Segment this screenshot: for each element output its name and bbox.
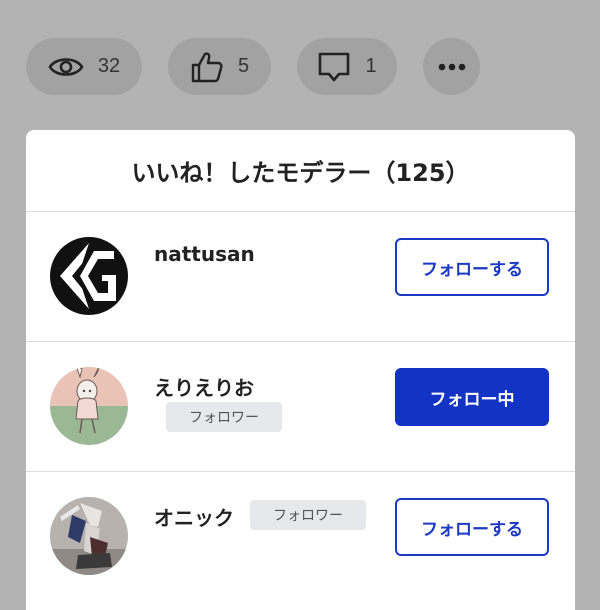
follow-button[interactable]: フォローする — [395, 238, 549, 296]
following-button[interactable]: フォロー中 — [395, 368, 549, 426]
stats-bar: 32 5 1 — [26, 38, 480, 95]
avatar[interactable] — [50, 367, 128, 445]
user-row: オニック フォロワー フォローする — [26, 472, 575, 602]
avatar[interactable] — [50, 237, 128, 315]
modal-title: いいね！したモデラー（125） — [26, 130, 575, 212]
user-name[interactable]: オニック — [154, 502, 234, 531]
likes-count: 5 — [237, 55, 250, 77]
character-avatar-image — [50, 367, 128, 445]
comment-icon — [317, 51, 351, 83]
user-name[interactable]: nattusan — [154, 242, 255, 266]
more-button[interactable] — [423, 38, 480, 95]
views-count: 32 — [97, 55, 121, 77]
user-row: えりえりお フォロワー フォロー中 — [26, 342, 575, 472]
model-photo-avatar-image — [50, 497, 128, 575]
comments-count: 1 — [365, 55, 377, 77]
logo-avatar-image — [50, 237, 128, 315]
user-name[interactable]: えりえりお — [154, 372, 254, 401]
follower-badge: フォロワー — [250, 500, 366, 530]
user-row: nattusan フォローする — [26, 212, 575, 342]
follow-button[interactable]: フォローする — [395, 498, 549, 556]
thumbs-up-icon — [190, 50, 224, 84]
comment-button[interactable]: 1 — [297, 38, 397, 95]
eye-icon — [48, 55, 84, 79]
like-button[interactable]: 5 — [168, 38, 271, 95]
follower-badge: フォロワー — [166, 402, 282, 432]
views-button[interactable]: 32 — [26, 38, 142, 95]
more-icon — [438, 63, 466, 71]
liked-users-modal: いいね！したモデラー（125） nattusan フォローする えりえりお フォ… — [26, 130, 575, 610]
avatar[interactable] — [50, 497, 128, 575]
